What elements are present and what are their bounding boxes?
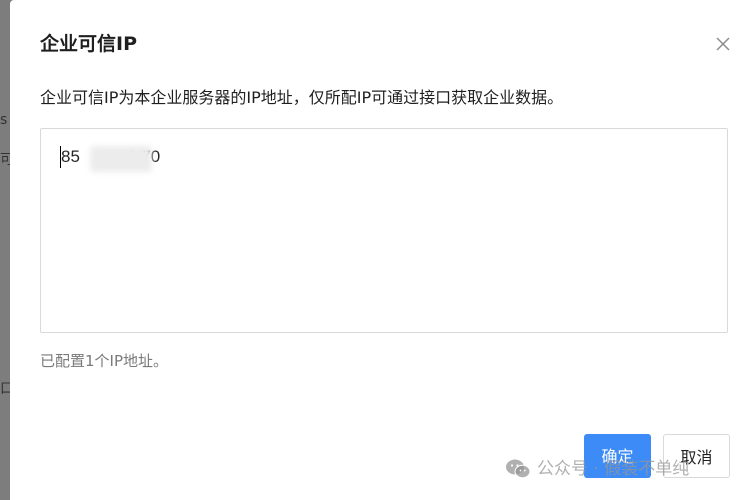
text-caret xyxy=(60,146,61,168)
dialog-description: 企业可信IP为本企业服务器的IP地址，仅所配IP可通过接口获取企业数据。 xyxy=(40,88,564,107)
dialog-title: 企业可信IP xyxy=(40,33,137,55)
backdrop-fragment: s xyxy=(0,112,8,128)
confirm-button[interactable]: 确定 xyxy=(584,434,651,478)
redacted-ip-blur xyxy=(90,146,152,172)
configured-ip-count: 已配置1个IP地址。 xyxy=(40,352,169,370)
cancel-button[interactable]: 取消 xyxy=(663,434,730,478)
close-icon xyxy=(716,37,730,51)
trusted-ip-dialog: 企业可信IP 企业可信IP为本企业服务器的IP地址，仅所配IP可通过接口获取企业… xyxy=(10,0,756,500)
close-button[interactable] xyxy=(713,34,733,54)
